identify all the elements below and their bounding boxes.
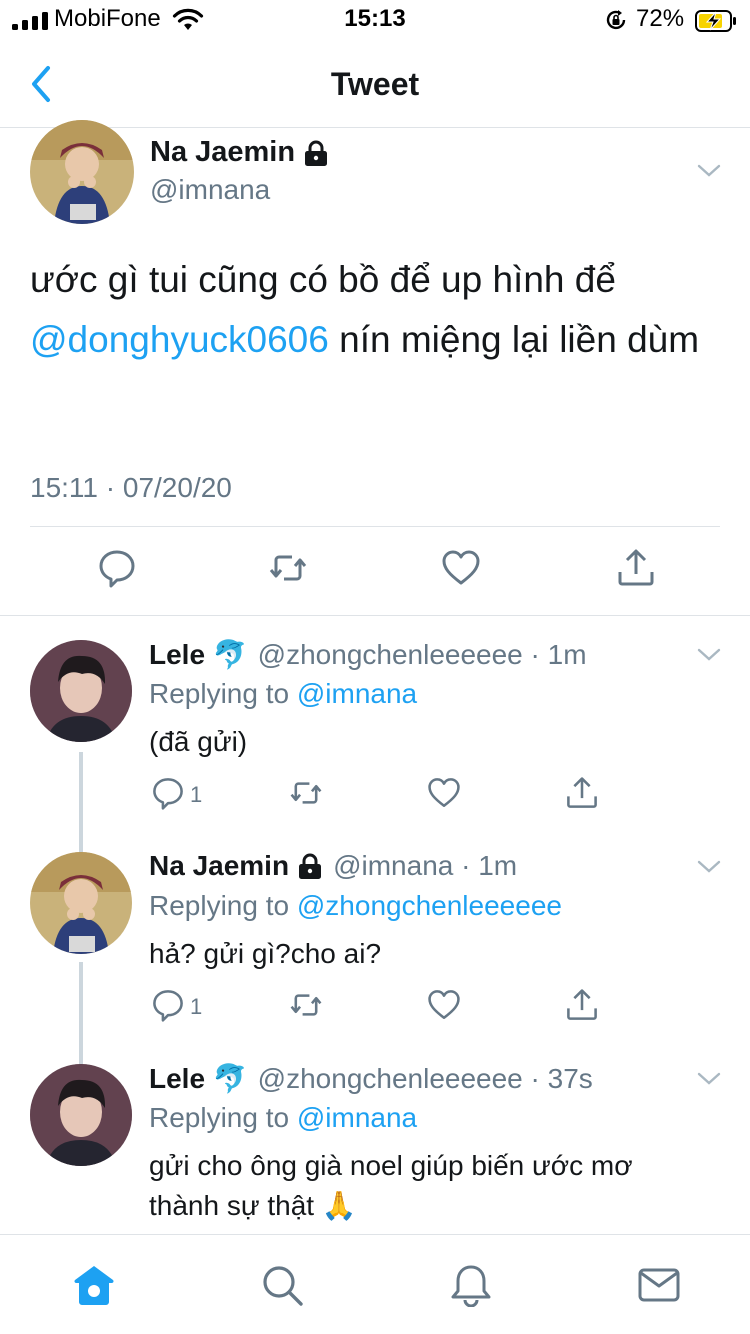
reply-header: Lele 🐬 @zhongchenleeeeee · 1m <box>149 638 587 671</box>
thread-line <box>79 1046 83 1066</box>
reply-tweet[interactable]: Lele 🐬 @zhongchenleeeeee · 37s Replying … <box>0 1046 750 1234</box>
replying-to: Replying to @imnana <box>149 678 418 709</box>
share-icon[interactable] <box>565 776 599 810</box>
orientation-lock-icon <box>606 10 626 30</box>
tweet-text: ước gì tui cũng có bồ để up hình để @don… <box>30 259 700 360</box>
home-icon[interactable] <box>72 1263 116 1307</box>
author-handle-time[interactable]: @zhongchenleeeeee · 1m <box>258 639 587 671</box>
author-handle[interactable]: @imnana <box>150 174 270 206</box>
reply-icon[interactable] <box>97 548 137 588</box>
avatar[interactable] <box>30 120 134 224</box>
reply-icon[interactable] <box>151 776 185 810</box>
author-handle-time[interactable]: @zhongchenleeeeee · 37s <box>258 1063 593 1095</box>
navigation-bar: Tweet <box>0 40 750 128</box>
reply-header: Na Jaemin @imnana · 1m <box>149 850 517 882</box>
tab-bar <box>0 1234 750 1334</box>
chevron-down-icon[interactable] <box>697 1072 721 1086</box>
avatar[interactable] <box>30 852 132 954</box>
main-tweet: Na Jaemin @imnana ước gì tui cũng có bồ … <box>0 120 750 616</box>
reply-text: (đã gửi) <box>149 726 248 757</box>
mention-link[interactable]: @imnana <box>297 678 417 709</box>
reply-tweet[interactable]: Lele 🐬 @zhongchenleeeeee · 1m Replying t… <box>0 616 750 834</box>
author-name[interactable]: Lele 🐬 <box>149 1062 248 1095</box>
battery-charging-icon <box>695 10 736 32</box>
reply-tweet[interactable]: Na Jaemin @imnana · 1m Replying to @zhon… <box>0 834 750 1046</box>
share-icon[interactable] <box>565 988 599 1022</box>
retweet-icon[interactable] <box>289 776 323 810</box>
protected-lock-icon <box>299 853 322 879</box>
chevron-down-icon[interactable] <box>697 648 721 662</box>
author-handle-time[interactable]: @imnana · 1m <box>333 850 517 882</box>
avatar[interactable] <box>30 1064 132 1166</box>
reply-text: gửi cho ông già noel giúp biến ước mơ th… <box>149 1150 633 1221</box>
reply-count: 1 <box>190 994 203 1019</box>
battery-percentage: 72% <box>636 5 685 32</box>
mention-link[interactable]: @donghyuck0606 <box>30 319 329 360</box>
like-icon[interactable] <box>427 776 461 810</box>
like-icon[interactable] <box>427 988 461 1022</box>
avatar[interactable] <box>30 640 132 742</box>
share-icon[interactable] <box>616 548 656 588</box>
mention-link[interactable]: @zhongchenleeeeee <box>297 890 562 921</box>
author-name[interactable]: Lele 🐬 <box>149 638 248 671</box>
search-icon[interactable] <box>260 1263 304 1307</box>
author-name[interactable]: Na Jaemin <box>149 850 289 882</box>
reply-actions: 1 <box>0 988 750 1028</box>
tweet-actions <box>0 548 750 598</box>
notifications-icon[interactable] <box>449 1263 493 1307</box>
tweet-timestamp: 15:11 · 07/20/20 <box>30 472 232 503</box>
thread-line <box>79 834 83 854</box>
replying-to: Replying to @imnana <box>149 1102 418 1133</box>
retweet-icon[interactable] <box>268 548 308 588</box>
reply-icon[interactable] <box>151 988 185 1022</box>
author-name[interactable]: Na Jaemin <box>150 136 329 169</box>
protected-lock-icon <box>305 140 328 166</box>
chevron-down-icon[interactable] <box>697 860 721 874</box>
divider <box>30 526 720 527</box>
reply-actions: 1 <box>0 776 750 816</box>
reply-count: 1 <box>190 782 203 807</box>
replying-to: Replying to @zhongchenleeeeee <box>149 890 562 921</box>
chevron-down-icon[interactable] <box>697 164 721 178</box>
status-bar: MobiFone 15:13 72% <box>0 0 750 40</box>
page-title: Tweet <box>330 66 420 102</box>
like-icon[interactable] <box>441 548 481 588</box>
retweet-icon[interactable] <box>289 988 323 1022</box>
messages-icon[interactable] <box>637 1263 681 1307</box>
reply-header: Lele 🐬 @zhongchenleeeeee · 37s <box>149 1062 593 1095</box>
mention-link[interactable]: @imnana <box>297 1102 417 1133</box>
reply-text: hả? gửi gì?cho ai? <box>149 938 382 969</box>
